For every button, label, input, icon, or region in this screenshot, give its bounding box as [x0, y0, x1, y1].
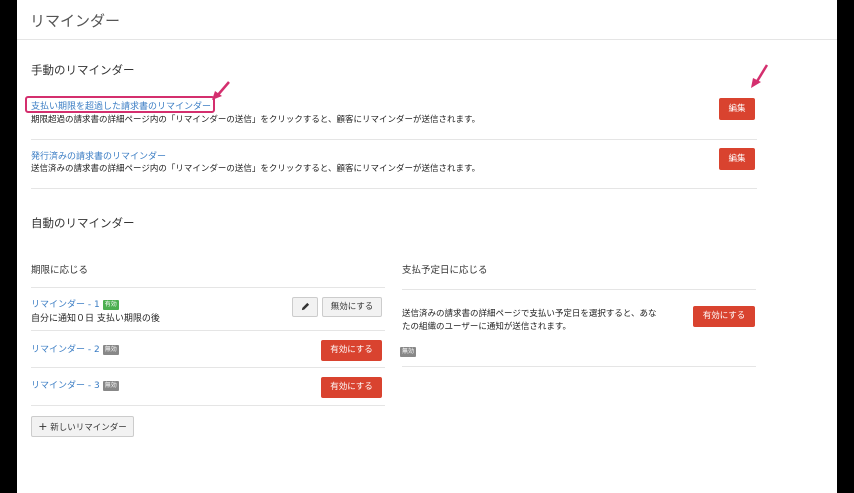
pencil-icon: [301, 302, 309, 311]
reminder-row-divider: [31, 330, 385, 331]
expected-column-title: 支払予定日に応じる: [402, 265, 488, 276]
title-divider: [17, 39, 837, 40]
new-reminder-label: 新しいリマインダー: [50, 423, 127, 433]
edit-issued-reminder-button[interactable]: 編集: [719, 148, 755, 170]
edit-overdue-reminder-button[interactable]: 編集: [719, 98, 755, 120]
expected-desc-line-2: たの組織のユーザーに通知が送信されます。: [402, 322, 571, 332]
status-badge: 無効: [102, 380, 119, 391]
expected-footer-divider: [402, 366, 756, 367]
manual-row-divider: [31, 139, 757, 140]
manual-reminder-overdue-link[interactable]: 支払い期限を超過した請求書のリマインダー: [31, 99, 211, 112]
edit-reminder-1-button[interactable]: [292, 297, 318, 317]
reminder-row-divider: [31, 367, 385, 368]
due-column-title: 期限に応じる: [31, 265, 89, 276]
reminder-2-link[interactable]: リマインダー - 2 無効: [31, 342, 119, 355]
auto-section-title: 自動のリマインダー: [31, 216, 135, 230]
reminder-2-label: リマインダー - 2: [31, 345, 100, 355]
enable-reminder-3-button[interactable]: 有効にする: [321, 377, 382, 398]
expected-desc-line-1: 送信済みの請求書の詳細ページで支払い予定日を選択すると、あな: [402, 309, 657, 319]
reminder-3-link[interactable]: リマインダー - 3 無効: [31, 378, 119, 391]
status-badge: 有効: [102, 299, 119, 310]
status-badge: 無効: [102, 344, 119, 355]
reminder-3-label: リマインダー - 3: [31, 381, 100, 391]
new-reminder-button[interactable]: + 新しいリマインダー: [31, 416, 134, 437]
arrow-annotation-icon: [751, 64, 769, 88]
page-title: リマインダー: [30, 12, 121, 30]
manual-reminder-issued-desc: 送信済みの請求書の詳細ページ内の「リマインダーの送信」をクリックすると、顧客にリ…: [31, 164, 481, 174]
manual-reminder-issued-link[interactable]: 発行済みの請求書のリマインダー: [31, 149, 166, 162]
status-badge: 無効: [400, 346, 417, 357]
due-header-divider: [31, 287, 385, 288]
expected-status-badge-wrapper: 無効: [400, 341, 417, 360]
expected-header-divider: [402, 289, 756, 290]
reminder-1-link[interactable]: リマインダー - 1 有効: [31, 297, 119, 310]
disable-reminder-1-button[interactable]: 無効にする: [322, 297, 382, 317]
arrow-annotation-icon: [212, 81, 230, 100]
reminder-row-divider: [31, 405, 385, 406]
manual-reminder-overdue-desc: 期限超過の請求書の詳細ページ内の「リマインダーの送信」をクリックすると、顧客にリ…: [31, 115, 481, 125]
reminders-panel: リマインダー 手動のリマインダー 支払い期限を超過した請求書のリマインダー 期限…: [17, 0, 837, 493]
manual-section-title: 手動のリマインダー: [31, 63, 135, 77]
manual-section-divider: [31, 188, 757, 189]
reminder-1-desc: 自分に通知０日 支払い期限の後: [31, 314, 160, 324]
enable-expected-reminder-button[interactable]: 有効にする: [693, 306, 755, 327]
plus-icon: +: [38, 420, 48, 433]
reminder-1-label: リマインダー - 1: [31, 300, 100, 310]
enable-reminder-2-button[interactable]: 有効にする: [321, 340, 382, 361]
